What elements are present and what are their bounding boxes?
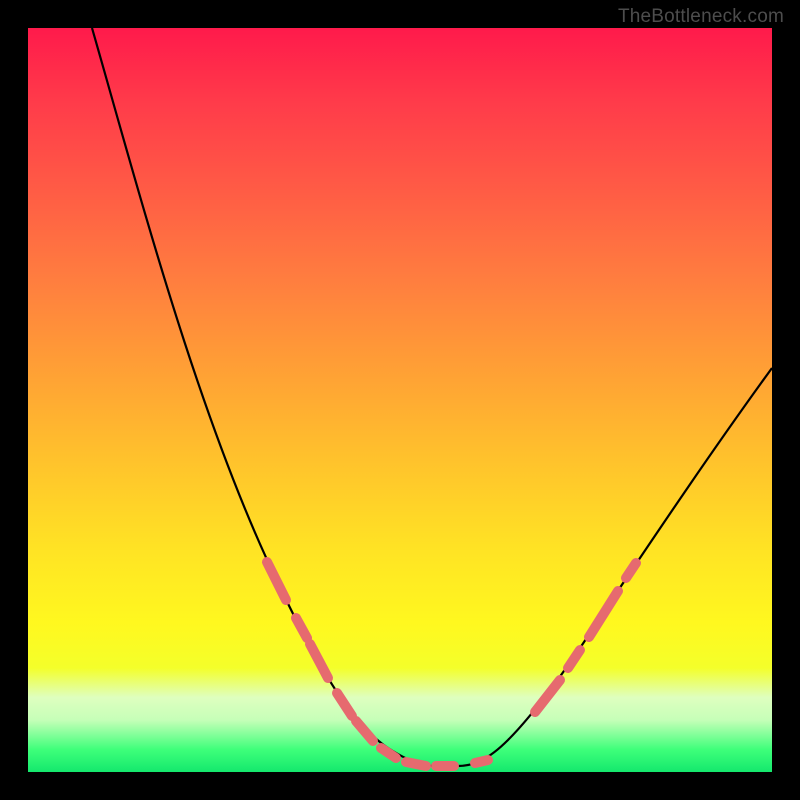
series-marker-right-4 (626, 563, 636, 578)
series-curve (92, 28, 772, 766)
series-marker-left-2 (296, 618, 307, 638)
curve-group (92, 28, 772, 766)
series-marker-right-2 (568, 650, 580, 668)
series-marker-left-4 (337, 693, 352, 716)
series-marker-left-5 (356, 721, 373, 741)
watermark-text: TheBottleneck.com (618, 6, 784, 28)
bottleneck-curve-chart (28, 28, 772, 772)
series-marker-left-3 (310, 644, 328, 678)
series-marker-left-1 (267, 562, 286, 600)
series-marker-right-3 (589, 591, 618, 637)
series-marker-right-1 (535, 680, 560, 712)
series-marker-left-6 (381, 748, 396, 758)
series-marker-bottom-3 (475, 760, 488, 763)
series-marker-bottom-1 (406, 762, 426, 766)
chart-background (28, 28, 772, 772)
